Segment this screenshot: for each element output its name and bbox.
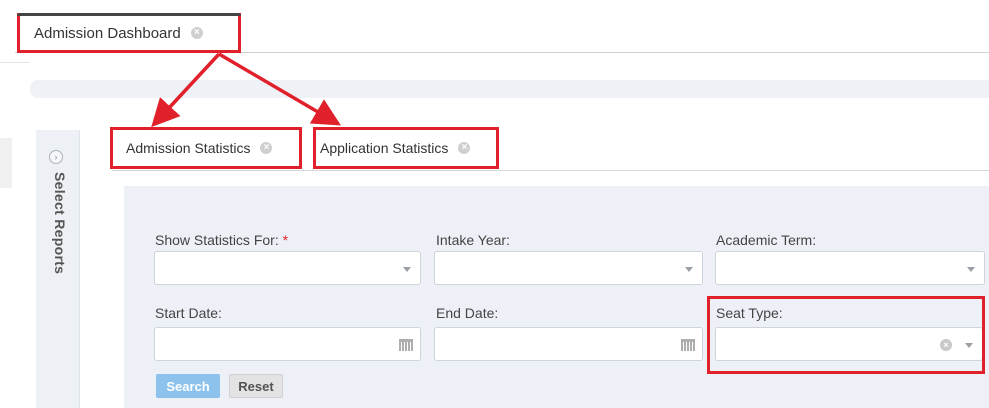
start-date-label: Start Date: bbox=[155, 305, 222, 321]
end-date-input[interactable] bbox=[434, 327, 703, 361]
tab-application-statistics[interactable]: Application Statistics × bbox=[313, 127, 499, 169]
show-statistics-for-label: Show Statistics For: * bbox=[155, 232, 288, 248]
show-statistics-for-select[interactable] bbox=[154, 251, 421, 285]
chevron-down-icon bbox=[685, 267, 693, 272]
toolbar-strip bbox=[30, 80, 989, 98]
required-mark: * bbox=[282, 232, 289, 248]
tab-admission-statistics[interactable]: Admission Statistics × bbox=[110, 127, 302, 169]
search-button[interactable]: Search bbox=[156, 374, 220, 398]
select-reports-label[interactable]: Select Reports bbox=[42, 172, 68, 302]
seat-type-highlight-box bbox=[707, 296, 985, 374]
tab-admission-dashboard[interactable]: Admission Dashboard × bbox=[17, 13, 241, 53]
divider bbox=[0, 62, 30, 63]
academic-term-label: Academic Term: bbox=[716, 232, 817, 248]
close-icon[interactable]: × bbox=[190, 27, 203, 39]
close-icon[interactable]: × bbox=[260, 142, 273, 154]
intake-year-select[interactable] bbox=[434, 251, 703, 285]
tab-label: Admission Dashboard bbox=[34, 24, 181, 42]
tab-label: Admission Statistics bbox=[126, 140, 251, 156]
calendar-icon[interactable] bbox=[399, 339, 413, 351]
field-label-text: Show Statistics For: bbox=[155, 232, 279, 248]
academic-term-select[interactable] bbox=[715, 251, 985, 285]
start-date-input[interactable] bbox=[154, 327, 421, 361]
end-date-label: End Date: bbox=[436, 305, 499, 321]
chevron-down-icon bbox=[967, 267, 975, 272]
tab-active-indicator bbox=[17, 13, 241, 16]
divider bbox=[0, 138, 12, 188]
calendar-icon[interactable] bbox=[681, 339, 695, 351]
close-icon[interactable]: × bbox=[458, 142, 471, 154]
intake-year-label: Intake Year: bbox=[436, 232, 510, 248]
sub-tab-divider bbox=[112, 170, 989, 171]
chevron-right-icon[interactable]: › bbox=[49, 150, 63, 164]
reset-button[interactable]: Reset bbox=[229, 374, 283, 398]
chevron-down-icon bbox=[403, 267, 411, 272]
tab-label: Application Statistics bbox=[320, 140, 449, 156]
